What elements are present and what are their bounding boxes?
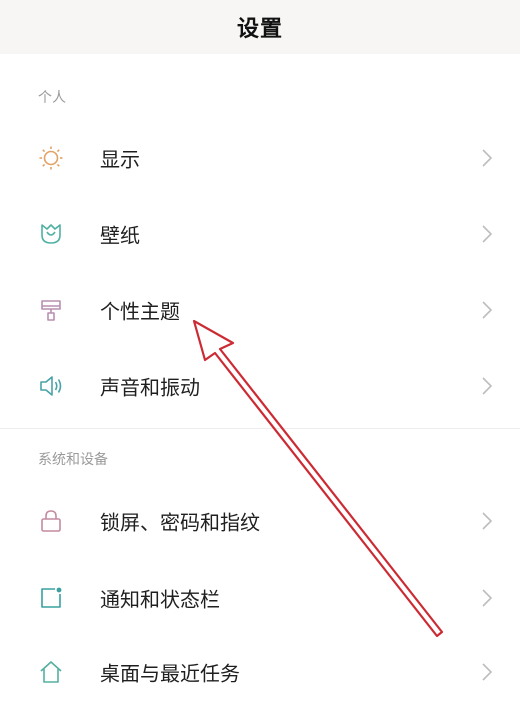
page-title: 设置 [236, 17, 283, 42]
settings-item-lock-password-fingerprint[interactable]: 锁屏、密码和指纹 [0, 489, 520, 553]
settings-item-label: 个性主题 [100, 299, 180, 324]
settings-item-theme[interactable]: 个性主题 [0, 278, 520, 342]
section-label-system-device: 系统和设备 [38, 452, 108, 468]
home-icon [38, 659, 64, 685]
settings-item-label: 壁纸 [100, 223, 140, 248]
settings-item-wallpaper[interactable]: 壁纸 [0, 202, 520, 266]
section-label-personal: 个人 [38, 90, 66, 106]
settings-item-desktop-recent-tasks[interactable]: 桌面与最近任务 [0, 640, 520, 704]
chevron-right-icon [480, 147, 494, 169]
chevron-right-icon [480, 223, 494, 245]
tulip-icon [38, 221, 64, 247]
lock-icon [38, 508, 64, 534]
settings-item-label: 显示 [100, 147, 140, 172]
sun-icon [38, 145, 64, 171]
speaker-icon [38, 373, 64, 399]
settings-item-display[interactable]: 显示 [0, 126, 520, 190]
chevron-right-icon [480, 299, 494, 321]
settings-item-label: 桌面与最近任务 [100, 661, 240, 686]
notification-icon [38, 585, 64, 611]
paint-roller-icon [38, 297, 64, 323]
settings-item-label: 声音和振动 [100, 375, 200, 400]
chevron-right-icon [480, 510, 494, 532]
section-divider [0, 428, 520, 429]
chevron-right-icon [480, 375, 494, 397]
chevron-right-icon [480, 587, 494, 609]
settings-item-sound-vibration[interactable]: 声音和振动 [0, 354, 520, 418]
settings-item-label: 锁屏、密码和指纹 [100, 510, 260, 535]
top-bar: 设置 [0, 0, 520, 54]
settings-item-label: 通知和状态栏 [100, 587, 220, 612]
settings-item-notification-status-bar[interactable]: 通知和状态栏 [0, 566, 520, 630]
chevron-right-icon [480, 661, 494, 683]
